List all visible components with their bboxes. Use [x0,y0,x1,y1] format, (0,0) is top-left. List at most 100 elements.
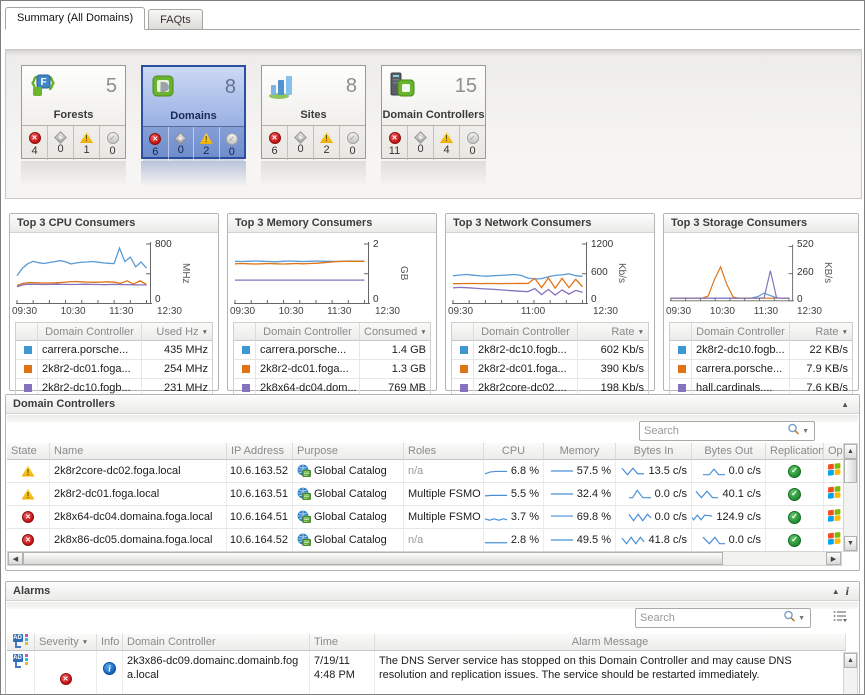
consumer-name[interactable]: carrera.porsche... [256,341,360,360]
column-header-info[interactable]: Info [97,634,123,651]
replication-ok-icon [788,465,801,478]
dc-state-cell[interactable] [7,483,50,506]
consumer-name[interactable]: 2k8r2-dc10.fogb... [692,341,790,360]
column-header-domain-controller[interactable]: Domain Controller [474,323,578,341]
forests-status-row: 4 0 1 0 [22,125,125,160]
column-header-purpose[interactable]: Purpose [293,443,404,460]
dc-replication-cell [766,529,824,552]
tile-domains[interactable]: 8 Domains 6 0 2 0 [141,65,246,159]
alarms-vertical-scrollbar[interactable] [843,652,858,694]
critical-state-icon [294,131,307,144]
search-icon[interactable] [787,423,800,439]
sites-icon [268,71,298,104]
dc-search-input[interactable] [640,425,787,437]
dc-vertical-scrollbar[interactable] [843,443,858,552]
search-options-caret-icon[interactable]: ▼ [796,615,810,622]
consumer-name[interactable]: 2k8r2-dc01.foga... [256,360,360,379]
normal-state-icon [107,132,119,144]
column-header-memory[interactable]: Memory [544,443,616,460]
bytes-in-sparkline [628,488,652,500]
tab-faqts[interactable]: FAQts [148,9,203,29]
alarms-panel-title: Alarms [13,585,50,597]
column-header-rate[interactable]: Rate [790,323,852,341]
forests-label: Forests [22,107,125,123]
domain-controllers-count: 15 [455,71,477,101]
alarms-search-input[interactable] [636,612,783,624]
dc-horizontal-scrollbar[interactable] [7,551,842,566]
column-header-bytes-in[interactable]: Bytes In [616,443,692,460]
column-header-bytes-out[interactable]: Bytes Out [692,443,766,460]
scroll-right-button[interactable] [826,552,841,565]
alarm-time-cell: 7/19/11 4:48 PM [310,651,375,695]
tab-summary-all-domains[interactable]: Summary (All Domains) [5,7,145,30]
alarm-dc-cell[interactable]: 2k3x86-dc09.domainc.domainb.foga.local [123,651,310,695]
dc-normal-count: 0 [469,145,475,157]
column-header-domain-controller[interactable]: Domain Controller [692,323,790,341]
alarm-info-cell[interactable] [97,651,123,695]
forests-warning-count: 1 [83,144,89,156]
column-header-roles[interactable]: Roles [404,443,484,460]
dc-state-cell[interactable] [7,460,50,483]
severity-error-icon [60,673,72,685]
column-header-cpu[interactable]: CPU [484,443,544,460]
dc-memory-cell: 32.4 % [544,483,616,506]
collapse-panel-icon[interactable]: ▲ [838,400,852,409]
search-icon[interactable] [783,610,796,626]
scroll-up-button[interactable] [844,444,857,459]
alarm-severity-cell[interactable] [35,651,97,695]
global-catalog-icon [297,510,311,524]
scroll-thumb[interactable] [23,552,723,565]
consumer-name[interactable]: 2k8r2-dc10.fogb... [474,341,578,360]
memory-sparkline [550,534,574,546]
column-header-rate[interactable]: Rate [578,323,648,341]
column-header-domain-controller[interactable]: Domain Controller [38,323,142,341]
memory-consumers-chart [234,241,370,305]
consumer-name[interactable]: 2k8r2-dc01.foga... [38,360,142,379]
svg-text:F: F [40,77,46,88]
column-header-alarm-message[interactable]: Alarm Message [375,634,846,651]
dc-purpose-cell: Global Catalog [293,529,404,552]
dc-name-cell[interactable]: 2k8x64-dc04.domaina.foga.local [50,506,227,529]
scroll-down-button[interactable] [844,536,857,551]
tile-sites[interactable]: 8 Sites 6 0 2 0 [261,65,366,159]
sites-status-row: 6 0 2 0 [262,125,365,160]
consumer-name[interactable]: carrera.porsche... [692,360,790,379]
dc-name-cell[interactable]: 2k8r2core-dc02.foga.local [50,460,227,483]
scroll-left-button[interactable] [8,552,23,565]
consumer-name[interactable]: 2k8r2-dc01.foga... [474,360,578,379]
search-options-caret-icon[interactable]: ▼ [800,428,814,435]
column-header-alarm-type[interactable]: AD [7,634,35,651]
column-header-domain-controller[interactable]: Domain Controller [123,634,310,651]
column-header-state[interactable]: State [7,443,50,460]
scroll-thumb[interactable] [844,459,857,483]
column-header-time[interactable]: Time [310,634,375,651]
dc-name-cell[interactable]: 2k8x86-dc05.domaina.foga.local [50,529,227,552]
table-customizer-icon[interactable] [833,610,847,626]
tile-unit-domains: 8 Domains 6 0 2 0 [141,65,248,187]
network-chart-x-axis: 09:3011:0012:30 [446,305,654,319]
bytes-in-sparkline [621,534,645,546]
dc-panel-title: Domain Controllers [13,398,115,410]
domains-count: 8 [225,72,236,102]
dc-state-cell[interactable] [7,529,50,552]
domain-controllers-panel: Domain Controllers ▲ ▼ State Name IP Addr… [5,394,860,571]
consumer-name[interactable]: carrera.porsche... [38,341,142,360]
tile-domain-controllers[interactable]: 15 Domain Controllers 11 0 4 0 [381,65,486,159]
panel-info-icon[interactable]: i [843,584,852,599]
tile-forests[interactable]: F 5 Forests 4 0 1 0 [21,65,126,159]
warning-state-icon [80,132,93,143]
column-header-consumed[interactable]: Consumed [360,323,430,341]
column-header-used-hz[interactable]: Used Hz [142,323,212,341]
column-header-name[interactable]: Name [50,443,227,460]
collapse-panel-icon[interactable]: ▲ [829,587,843,596]
column-header-ip[interactable]: IP Address [227,443,293,460]
column-header-severity[interactable]: Severity [35,634,97,651]
dc-replication-cell [766,460,824,483]
dc-state-cell[interactable] [7,506,50,529]
dc-name-cell[interactable]: 2k8r2-dc01.foga.local [50,483,227,506]
dc-purpose-cell: Global Catalog [293,483,404,506]
scroll-up-button[interactable] [844,653,857,668]
column-header-domain-controller[interactable]: Domain Controller [256,323,360,341]
column-header-replication[interactable]: Replication [766,443,824,460]
dc-bytes-in-cell: 0.0 c/s [616,483,692,506]
